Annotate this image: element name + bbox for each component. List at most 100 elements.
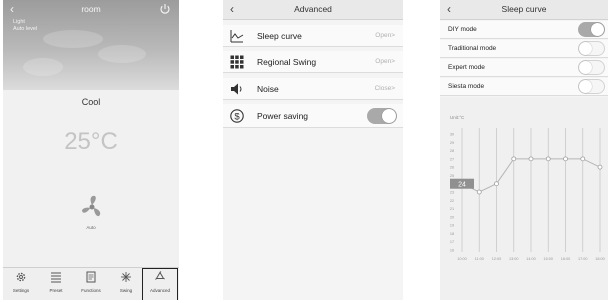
data-point xyxy=(494,181,499,187)
power-saving-row: $ Power saving xyxy=(223,104,403,128)
room-screen: Light Auto level ‹ room Cool 25°C Auto S… xyxy=(3,0,179,300)
tab-label: Preset xyxy=(49,288,63,293)
fan-label: Auto xyxy=(86,225,96,230)
data-point xyxy=(511,156,517,162)
info-lines: Light Auto level xyxy=(13,19,37,33)
y-tick-label: 30 xyxy=(450,133,454,137)
power-icon[interactable] xyxy=(159,3,171,15)
sleep-curve-screen: ‹ Sleep curve DIY mode Traditional mode … xyxy=(440,0,608,300)
data-point xyxy=(528,156,534,162)
x-tick-label: 18:00 xyxy=(595,257,605,261)
row-label: Regional Swing xyxy=(257,57,317,67)
grid-icon xyxy=(230,55,244,69)
fan-icon[interactable] xyxy=(77,192,107,222)
page-title: room xyxy=(81,4,101,14)
row-status: Open> xyxy=(375,58,395,65)
cloud-shape xyxy=(98,45,146,63)
cloud-shape xyxy=(23,58,63,76)
noise-row[interactable]: Noise Close> xyxy=(223,78,403,100)
y-tick-label: 23 xyxy=(450,191,454,195)
tab-preset[interactable]: Preset xyxy=(39,271,73,293)
sleep-curve-chart[interactable]: Unit:°C 30 29 28 27 26 25 24 23 22 21 20 19 18 17 1610:… xyxy=(440,97,608,300)
siesta-mode-row: Siesta mode xyxy=(440,78,608,96)
x-tick-label: 12:00 xyxy=(492,257,502,261)
sleep-curve-row[interactable]: Sleep curve Open> xyxy=(223,25,403,47)
regional-swing-row[interactable]: Regional Swing Open> xyxy=(223,51,403,73)
toggle-knob xyxy=(579,80,592,93)
page-title: Sleep curve xyxy=(501,4,547,14)
traditional-mode-row: Traditional mode xyxy=(440,40,608,58)
x-tick-label: 11:00 xyxy=(475,257,484,261)
y-tick-label: 18 xyxy=(450,232,454,236)
tab-advanced[interactable]: Advanced xyxy=(142,268,178,300)
tab-swing[interactable]: Swing xyxy=(109,271,143,293)
y-tick-label: 21 xyxy=(450,207,454,211)
toggle-knob xyxy=(579,42,592,55)
row-label: Noise xyxy=(257,84,279,94)
recycle-icon xyxy=(155,271,165,280)
data-point xyxy=(597,164,603,170)
info-line-auto: Auto level xyxy=(13,26,38,32)
top-bar: ‹ Sleep curve xyxy=(440,0,608,20)
mode-label: Traditional mode xyxy=(448,45,497,52)
dollar-icon: $ xyxy=(230,109,244,123)
selected-value-label: 24 xyxy=(458,181,466,188)
data-point xyxy=(563,156,568,162)
info-line-light: Light xyxy=(13,19,25,25)
y-tick-label: 29 xyxy=(450,141,454,145)
x-tick-label: 13:00 xyxy=(509,257,519,261)
data-point xyxy=(545,156,551,162)
toggle-knob xyxy=(579,61,592,74)
document-icon xyxy=(86,271,96,283)
data-point xyxy=(580,156,586,162)
siesta-mode-toggle[interactable] xyxy=(578,79,605,94)
svg-text:$: $ xyxy=(234,111,240,122)
toggle-knob xyxy=(382,109,396,123)
x-tick-label: 15:00 xyxy=(543,257,553,261)
y-tick-label: 25 xyxy=(450,174,454,178)
row-label: Power saving xyxy=(257,111,309,121)
mode-label: DIY mode xyxy=(448,26,477,33)
speaker-icon xyxy=(231,83,242,95)
diy-mode-row: DIY mode xyxy=(440,21,608,39)
advanced-screen: ‹ Advanced Sleep curve Open> Regional Sw… xyxy=(223,0,403,300)
swing-icon xyxy=(121,272,131,282)
y-tick-label: 27 xyxy=(450,157,454,161)
top-bar: ‹ room xyxy=(3,0,179,20)
x-tick-label: 14:00 xyxy=(526,257,536,261)
y-tick-label: 20 xyxy=(450,215,454,219)
row-status: Close> xyxy=(374,85,395,92)
y-tick-label: 22 xyxy=(450,199,454,203)
data-point xyxy=(476,189,482,195)
row-status: Open> xyxy=(375,32,395,39)
x-tick-label: 10:00 xyxy=(457,257,467,261)
list-icon xyxy=(51,272,61,283)
page-title: Advanced xyxy=(294,4,332,14)
mode-label: Cool xyxy=(81,97,101,107)
tab-settings[interactable]: Settings xyxy=(4,271,38,293)
y-tick-label: 16 xyxy=(450,249,454,253)
tab-label: Advanced xyxy=(149,288,170,293)
cloud-shape xyxy=(43,30,103,48)
curve-icon xyxy=(230,30,244,43)
toggle-knob xyxy=(591,23,604,36)
row-label: Sleep curve xyxy=(257,31,302,41)
sleep-curve-chart-panel: Unit:°C 30 29 28 27 26 25 24 23 22 21 20 19 18 17 1610:… xyxy=(440,97,608,300)
diy-mode-toggle[interactable] xyxy=(578,22,605,37)
tab-label: Swing xyxy=(119,288,133,293)
mode-label: Expert mode xyxy=(448,64,485,71)
x-tick-label: 17:00 xyxy=(578,257,588,261)
y-axis-unit: Unit:°C xyxy=(450,115,465,120)
tab-functions[interactable]: Functions xyxy=(74,271,108,293)
y-tick-label: 19 xyxy=(450,224,454,228)
tab-label: Functions xyxy=(81,288,101,293)
power-saving-toggle[interactable] xyxy=(367,108,397,124)
y-tick-label: 26 xyxy=(450,166,454,170)
temperature-display: 25°C xyxy=(64,128,118,155)
mode-label: Siesta mode xyxy=(448,83,485,90)
gear-icon xyxy=(16,272,26,282)
tab-label: Settings xyxy=(12,288,30,293)
traditional-mode-toggle[interactable] xyxy=(578,41,605,56)
y-tick-label: 28 xyxy=(450,149,454,153)
expert-mode-toggle[interactable] xyxy=(578,60,605,75)
